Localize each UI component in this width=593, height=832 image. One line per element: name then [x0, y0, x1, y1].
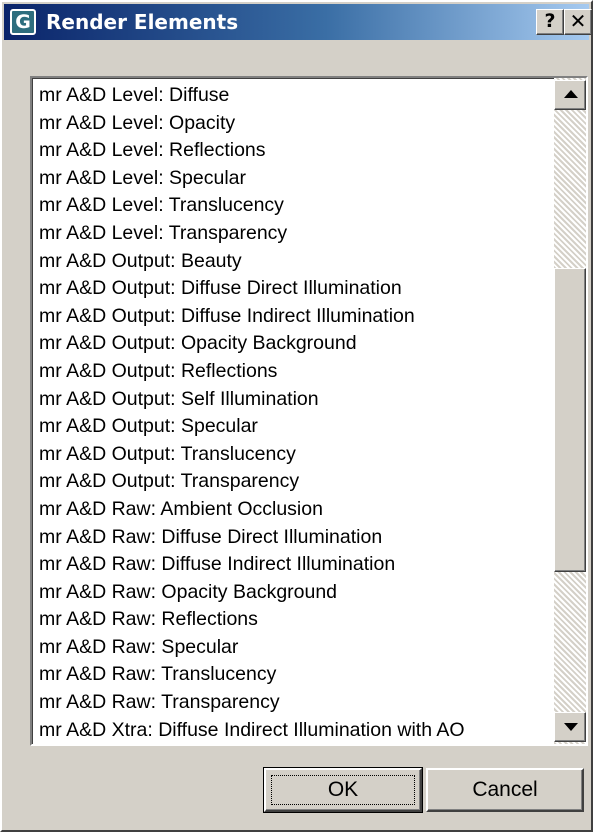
list-item[interactable]: mr A&D Output: Self Illumination [37, 386, 577, 414]
scroll-up-button[interactable] [554, 80, 586, 110]
list-item[interactable]: mr A&D Raw: Diffuse Direct Illumination [37, 524, 577, 552]
ok-button-label: OK [271, 775, 415, 805]
scroll-down-button[interactable] [554, 712, 586, 742]
scroll-thumb[interactable] [554, 268, 586, 572]
list-item[interactable]: mr A&D Output: Opacity Background [37, 330, 577, 358]
arrow-up-icon [564, 90, 578, 98]
list-item[interactable]: mr A&D Output: Translucency [37, 441, 577, 469]
list-item[interactable]: mr A&D Raw: Diffuse Indirect Illuminatio… [37, 551, 577, 579]
list-item[interactable]: mr A&D Level: Reflections [37, 137, 577, 165]
close-button[interactable]: ✕ [564, 9, 592, 35]
list-item[interactable]: mr A&D Raw: Opacity Background [37, 579, 577, 607]
list-item[interactable]: mr A&D Raw: Reflections [37, 606, 577, 634]
list-items: mr A&D Level: Diffuse mr A&D Level: Opaci… [37, 82, 577, 746]
list-item[interactable]: mr A&D Level: Translucency [37, 192, 577, 220]
list-item[interactable]: mr A&D Raw: Transparency [37, 689, 577, 717]
list-item[interactable]: mr Labeled Element [37, 744, 577, 746]
window-title: Render Elements [46, 10, 239, 34]
list-item[interactable]: mr A&D Output: Beauty [37, 248, 577, 276]
list-item[interactable]: mr A&D Output: Specular [37, 413, 577, 441]
list-item[interactable]: mr A&D Raw: Specular [37, 634, 577, 662]
list-item[interactable]: mr A&D Output: Diffuse Direct Illuminati… [37, 275, 577, 303]
vertical-scrollbar[interactable] [554, 78, 586, 744]
list-item[interactable]: mr A&D Output: Diffuse Indirect Illumina… [37, 303, 577, 331]
render-elements-dialog: G Render Elements ? ✕ mr A&D Level: Diff… [0, 0, 593, 832]
ok-button[interactable]: OK [263, 767, 423, 813]
help-button[interactable]: ? [536, 9, 564, 35]
arrow-down-icon [564, 723, 578, 731]
list-item[interactable]: mr A&D Raw: Translucency [37, 661, 577, 689]
list-item[interactable]: mr A&D Level: Transparency [37, 220, 577, 248]
list-item[interactable]: mr A&D Level: Diffuse [37, 82, 577, 110]
render-elements-list[interactable]: mr A&D Level: Diffuse mr A&D Level: Opaci… [30, 76, 588, 746]
list-item[interactable]: mr A&D Xtra: Diffuse Indirect Illuminati… [37, 717, 577, 744]
list-item[interactable]: mr A&D Level: Opacity [37, 110, 577, 138]
cancel-button[interactable]: Cancel [426, 768, 584, 812]
list-item[interactable]: mr A&D Output: Transparency [37, 468, 577, 496]
list-item[interactable]: mr A&D Raw: Ambient Occlusion [37, 496, 577, 524]
title-bar[interactable]: G Render Elements ? ✕ [4, 4, 592, 40]
list-item[interactable]: mr A&D Output: Reflections [37, 358, 577, 386]
list-item[interactable]: mr A&D Level: Specular [37, 165, 577, 193]
app-icon: G [10, 9, 36, 35]
